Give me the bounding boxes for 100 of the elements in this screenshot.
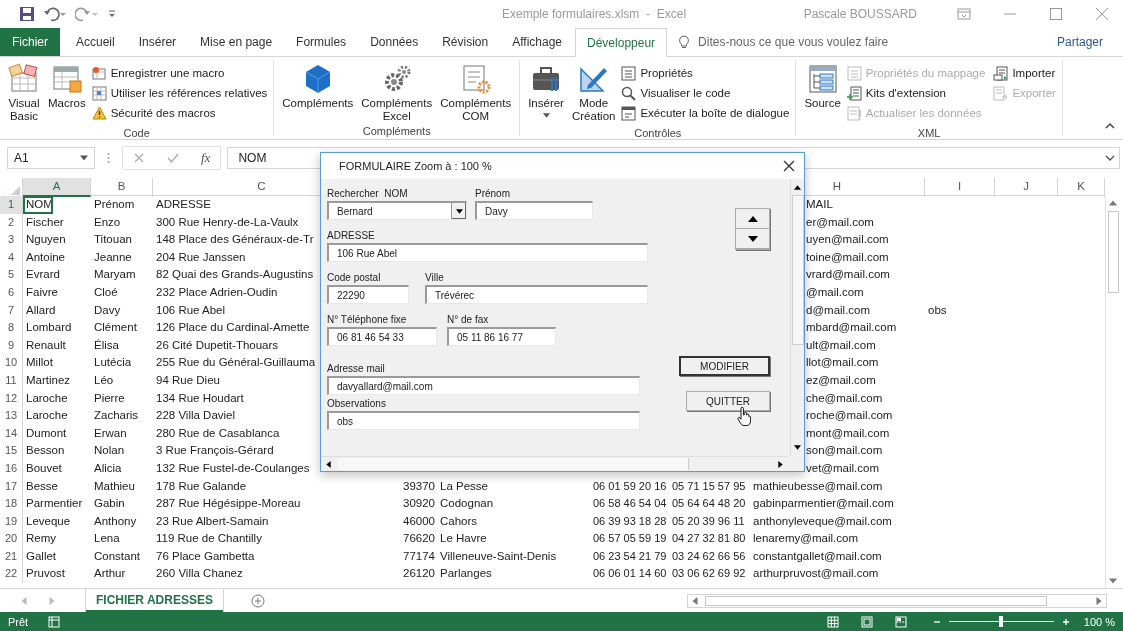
ribbon-tab[interactable]: Données <box>359 28 430 56</box>
row-header[interactable]: 11 <box>0 371 23 390</box>
page-layout-icon[interactable] <box>860 615 873 628</box>
collapse-ribbon-icon[interactable] <box>1105 121 1115 131</box>
scroll-up-icon[interactable] <box>794 184 801 191</box>
sheet-tab[interactable]: FICHIER ADRESSES <box>86 589 223 612</box>
ribbon-tab[interactable]: Formules <box>285 28 358 56</box>
ribbon-tab[interactable]: Mise en page <box>189 28 284 56</box>
zoom-in-icon[interactable] <box>1061 617 1070 626</box>
row-header[interactable]: 21 <box>0 547 23 566</box>
ribbon-button[interactable]: Compléments <box>280 63 356 123</box>
redo-icon[interactable] <box>75 6 99 22</box>
ribbon-button[interactable]: Macros <box>46 63 88 125</box>
zoom-level[interactable]: 100 % <box>1083 615 1115 628</box>
add-sheet-icon[interactable] <box>250 593 265 608</box>
column-header[interactable]: J <box>995 178 1058 197</box>
ribbon-command[interactable]: Exécuter la boîte de dialogue <box>621 103 790 123</box>
combo-box[interactable]: Bernard <box>327 201 467 220</box>
page-break-icon[interactable] <box>894 615 907 628</box>
normal-view-icon[interactable] <box>826 615 839 628</box>
row-header[interactable]: 17 <box>0 477 23 496</box>
row-header[interactable]: 16 <box>0 459 23 478</box>
ribbon-tab[interactable]: Développeur <box>575 28 668 57</box>
ribbon-button[interactable]: Insérer <box>526 63 566 125</box>
scroll-thumb[interactable] <box>791 195 804 345</box>
text-field[interactable]: davyallard@mail.com <box>327 376 640 395</box>
scroll-down-icon[interactable] <box>794 444 801 451</box>
form-button[interactable]: MODIFIER <box>679 356 770 376</box>
row-header[interactable]: 8 <box>0 319 23 337</box>
text-field[interactable]: 06 81 46 54 33 <box>327 327 437 346</box>
text-field[interactable]: Trévérec <box>425 285 648 304</box>
ribbon-button[interactable]: Source <box>802 63 843 125</box>
customize-icon[interactable] <box>107 9 117 19</box>
insert-function-button[interactable]: fx <box>201 150 211 166</box>
row-header[interactable]: 6 <box>0 283 23 302</box>
horizontal-scrollbar[interactable] <box>687 593 1107 608</box>
ribbon-button[interactable]: Compléments COM <box>438 63 514 123</box>
scroll-right-icon[interactable] <box>777 460 784 468</box>
ribbon-command[interactable]: Importer <box>993 63 1056 83</box>
scroll-thumb[interactable] <box>1107 211 1119 293</box>
search-field[interactable]: Dites-nous ce que vous voulez faire <box>696 34 961 50</box>
column-header[interactable]: I <box>925 178 995 197</box>
ribbon-command[interactable]: Utiliser les références relatives <box>91 83 268 103</box>
ribbon-command[interactable]: Sécurité des macros <box>91 103 268 123</box>
ribbon-tab[interactable]: Révision <box>431 28 500 56</box>
ribbon-command[interactable]: Kits d'extension <box>846 83 986 103</box>
text-field[interactable]: Davy <box>475 201 593 220</box>
save-icon[interactable] <box>19 6 35 22</box>
text-field[interactable]: obs <box>327 411 640 430</box>
row-header[interactable]: 13 <box>0 407 23 425</box>
row-header[interactable]: 12 <box>0 389 23 408</box>
row-header[interactable]: 7 <box>0 301 23 320</box>
row-header[interactable]: 19 <box>0 512 23 531</box>
vertical-scrollbar[interactable] <box>790 179 804 456</box>
ribbon-button[interactable]: Compléments Excel <box>359 63 435 123</box>
ribbon-tab[interactable]: Accueil <box>65 28 126 56</box>
text-field[interactable]: 106 Rue Abel <box>327 243 648 262</box>
row-header[interactable]: 1 <box>0 196 23 214</box>
column-header[interactable]: B <box>91 178 153 197</box>
horizontal-scrollbar[interactable] <box>321 456 788 471</box>
row-header[interactable]: 18 <box>0 495 23 513</box>
row-header[interactable]: 10 <box>0 354 23 372</box>
undo-icon[interactable] <box>43 6 67 22</box>
maximize-icon[interactable] <box>1049 7 1063 21</box>
ribbon-tab[interactable]: Affichage <box>501 28 574 56</box>
ribbon-tab[interactable]: Fichier <box>0 28 60 56</box>
form-button[interactable]: QUITTER <box>686 391 770 411</box>
ribbon-command[interactable]: Propriétés <box>621 63 790 83</box>
scroll-thumb[interactable] <box>338 458 689 470</box>
row-header[interactable]: 4 <box>0 248 23 267</box>
row-header[interactable]: 14 <box>0 424 23 443</box>
scroll-left-icon[interactable] <box>325 460 332 468</box>
row-header[interactable]: 3 <box>0 231 23 249</box>
check-icon[interactable] <box>167 152 179 164</box>
cancel-icon[interactable] <box>133 152 145 164</box>
expand-icon[interactable] <box>1105 153 1115 163</box>
ribbon-command[interactable]: Enregistrer une macro <box>91 63 268 83</box>
text-field[interactable]: 05 11 86 16 77 <box>447 327 556 346</box>
scroll-thumb[interactable] <box>705 595 1047 606</box>
text-field[interactable]: 22290 <box>327 285 409 304</box>
ribbon-tab[interactable]: Insérer <box>127 28 188 56</box>
column-header[interactable]: K <box>1058 178 1105 197</box>
row-header[interactable]: 5 <box>0 266 23 284</box>
address-cell-text: 280 Rue de Casablanca <box>155 425 280 441</box>
ribbon-button[interactable]: Visual Basic <box>6 63 42 125</box>
row-header[interactable]: 9 <box>0 336 23 355</box>
row-header[interactable]: 20 <box>0 530 23 548</box>
share-button[interactable]: Partager <box>1056 28 1103 56</box>
close-icon[interactable] <box>783 160 795 172</box>
name-box[interactable]: A1 <box>7 147 95 169</box>
macro-record-icon[interactable] <box>48 615 61 628</box>
vertical-scrollbar[interactable] <box>1105 196 1120 588</box>
ribbon-button[interactable]: Mode Création <box>569 63 618 125</box>
column-header[interactable]: A <box>23 178 91 197</box>
name-cell-text: Nguyen <box>25 232 66 248</box>
ribbon-command[interactable]: Visualiser le code <box>621 83 790 103</box>
row-header[interactable]: 22 <box>0 565 23 584</box>
row-header[interactable]: 15 <box>0 442 23 460</box>
ribbon-display-icon[interactable] <box>957 7 971 21</box>
row-header[interactable]: 2 <box>0 213 23 232</box>
